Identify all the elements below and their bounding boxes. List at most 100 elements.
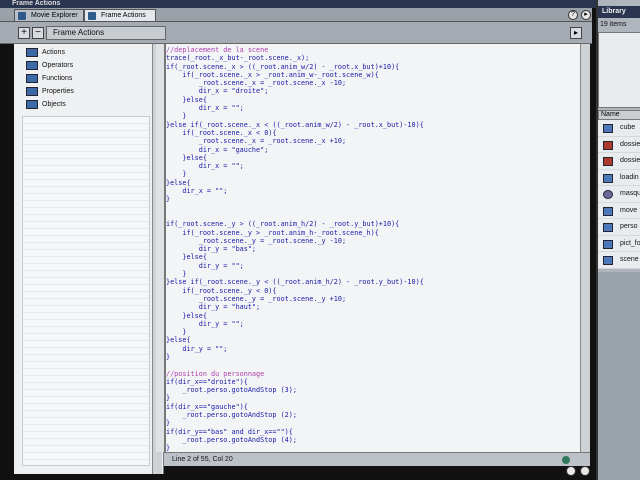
toolbox-item-label: Functions [42, 75, 73, 82]
code-line[interactable]: dir_y = ""; [166, 262, 578, 270]
code-line[interactable]: dir_x = "gauche"; [166, 146, 578, 154]
remove-action-button[interactable]: − [32, 27, 44, 39]
library-item-label: dossie [620, 157, 640, 164]
code-line[interactable]: if(_root.scene._y > ((_root.anim_h/2) - … [166, 220, 578, 228]
book-icon [26, 87, 38, 96]
script-editor[interactable]: //deplacement de la scene trace(_root._x_… [164, 44, 580, 452]
code-line[interactable]: _root.scene._x = _root.scene._x -10; [166, 79, 578, 87]
code-lines: //deplacement de la scene trace(_root._x_… [166, 46, 578, 452]
code-line[interactable]: if(dir_y=="bas" and dir_x==""){ [166, 428, 578, 436]
code-line[interactable] [166, 204, 578, 212]
code-line[interactable]: dir_x = ""; [166, 187, 578, 195]
code-line[interactable]: dir_x = "droite"; [166, 87, 578, 95]
line-col-status: Line 2 of 55, Col 20 [172, 456, 233, 463]
code-line[interactable]: }else{ [166, 312, 578, 320]
toolbox-item-functions[interactable]: Functions [22, 72, 152, 85]
code-line[interactable]: dir_x = ""; [166, 162, 578, 170]
library-title: Library [598, 6, 640, 18]
code-line[interactable]: trace(_root._x_but-_root.scene._x); [166, 54, 578, 62]
library-item[interactable]: pict_fo [598, 235, 640, 252]
code-line[interactable]: dir_x = ""; [166, 104, 578, 112]
code-line[interactable]: if(_root.scene._y < 0){ [166, 287, 578, 295]
graphic-icon [603, 140, 613, 150]
library-item[interactable]: move [598, 202, 640, 219]
code-line[interactable]: } [166, 394, 578, 402]
movieclip-icon [603, 173, 613, 183]
code-line[interactable]: } [166, 112, 578, 120]
view-options-button[interactable]: ▸ [570, 27, 582, 39]
code-line[interactable]: } [166, 170, 578, 178]
code-line[interactable]: dir_y = ""; [166, 320, 578, 328]
status-indicator-icon [562, 456, 570, 464]
library-item[interactable]: cube [598, 120, 640, 137]
code-line[interactable]: dir_y = "bas"; [166, 245, 578, 253]
code-line[interactable]: if(dir_x=="droite"){ [166, 378, 578, 386]
panel-menu-button[interactable]: ▸ [581, 10, 591, 20]
code-line[interactable]: //position du personnage [166, 370, 578, 378]
toolbox-item-objects[interactable]: Objects [22, 98, 152, 111]
code-line[interactable]: } [166, 328, 578, 336]
code-line[interactable]: }else if(_root.scene._y < ((_root.anim_h… [166, 278, 578, 286]
library-item-label: scene [620, 256, 639, 263]
toolbox-item-actions[interactable]: Actions [22, 46, 152, 59]
toolbox-item-label: Actions [42, 49, 65, 56]
code-line[interactable]: }else{ [166, 179, 578, 187]
book-icon [26, 74, 38, 83]
add-action-button[interactable]: + [18, 27, 30, 39]
code-line[interactable]: if(_root.scene._x > _root.anim_w-_root.s… [166, 71, 578, 79]
tab-frame-actions[interactable]: Frame Actions [84, 9, 156, 21]
code-line[interactable]: //deplacement de la scene [166, 46, 578, 54]
code-line[interactable]: dir_y = "haut"; [166, 303, 578, 311]
code-line[interactable]: } [166, 419, 578, 427]
code-line[interactable]: _root.perso.gotoAndStop (2); [166, 411, 578, 419]
library-item[interactable]: dossie [598, 153, 640, 170]
actions-toolbar: + − Frame Actions ▸ [0, 22, 592, 44]
tab-movie-explorer[interactable]: Movie Explorer [14, 9, 84, 21]
code-line[interactable]: dir_y = ""; [166, 345, 578, 353]
help-button[interactable]: ? [568, 10, 578, 20]
actions-icon [88, 12, 96, 20]
library-item-label: dossie [620, 140, 640, 148]
code-line[interactable]: }else{ [166, 154, 578, 162]
code-line[interactable]: } [166, 353, 578, 361]
code-line[interactable]: if(_root.scene._x < 0){ [166, 129, 578, 137]
library-list: cube dossie dossie loadin masqu move perso pict… [598, 120, 640, 269]
code-line[interactable]: if(_root.scene._y > _root.anim_h-_root.s… [166, 229, 578, 237]
library-name-column-header[interactable]: Name [598, 110, 640, 120]
code-line[interactable]: if(_root.scene._x > ((_root.anim_w/2) - … [166, 63, 578, 71]
code-line[interactable]: }else if(_root.scene._x < ((_root.anim_w… [166, 121, 578, 129]
tab-label: Movie Explorer [31, 12, 78, 19]
menu-button-bottom[interactable] [580, 466, 590, 476]
toolbox-item-properties[interactable]: Properties [22, 85, 152, 98]
editor-splitter[interactable] [156, 44, 164, 452]
code-line[interactable]: if(dir_x=="gauche"){ [166, 403, 578, 411]
library-item-label: cube [620, 124, 636, 131]
code-line[interactable]: } [166, 444, 578, 452]
panel-tabbar: Movie Explorer Frame Actions ? ▸ [0, 8, 592, 22]
code-line[interactable]: _root.scene._y = _root.scene._y +10; [166, 295, 578, 303]
library-item[interactable]: perso [598, 219, 640, 236]
library-item[interactable]: masqu [598, 186, 640, 203]
window-title: Frame Actions [0, 0, 600, 8]
toolbox-item-operators[interactable]: Operators [22, 59, 152, 72]
toolbox-empty-area [22, 116, 150, 466]
sound-icon [603, 190, 613, 199]
actions-toolbox: Actions Operators Functions Properties O… [14, 44, 164, 474]
code-line[interactable] [166, 361, 578, 369]
code-line[interactable] [166, 212, 578, 220]
code-line[interactable]: _root.scene._x = _root.scene._x +10; [166, 137, 578, 145]
code-line[interactable]: _root.perso.gotoAndStop (4); [166, 436, 578, 444]
code-line[interactable]: _root.perso.gotoAndStop (3); [166, 386, 578, 394]
code-line[interactable]: }else{ [166, 96, 578, 104]
code-line[interactable]: }else{ [166, 253, 578, 261]
help-button-bottom[interactable] [566, 466, 576, 476]
library-item[interactable]: loadin [598, 169, 640, 186]
code-line[interactable]: } [166, 195, 578, 203]
code-line[interactable]: }else{ [166, 336, 578, 344]
library-item[interactable]: dossie [598, 136, 640, 153]
code-line[interactable]: } [166, 270, 578, 278]
code-line[interactable]: _root.scene._y = _root.scene._y -10; [166, 237, 578, 245]
movie-explorer-icon [18, 12, 26, 20]
library-item[interactable]: scene [598, 252, 640, 269]
editor-scrollbar[interactable] [580, 44, 590, 452]
